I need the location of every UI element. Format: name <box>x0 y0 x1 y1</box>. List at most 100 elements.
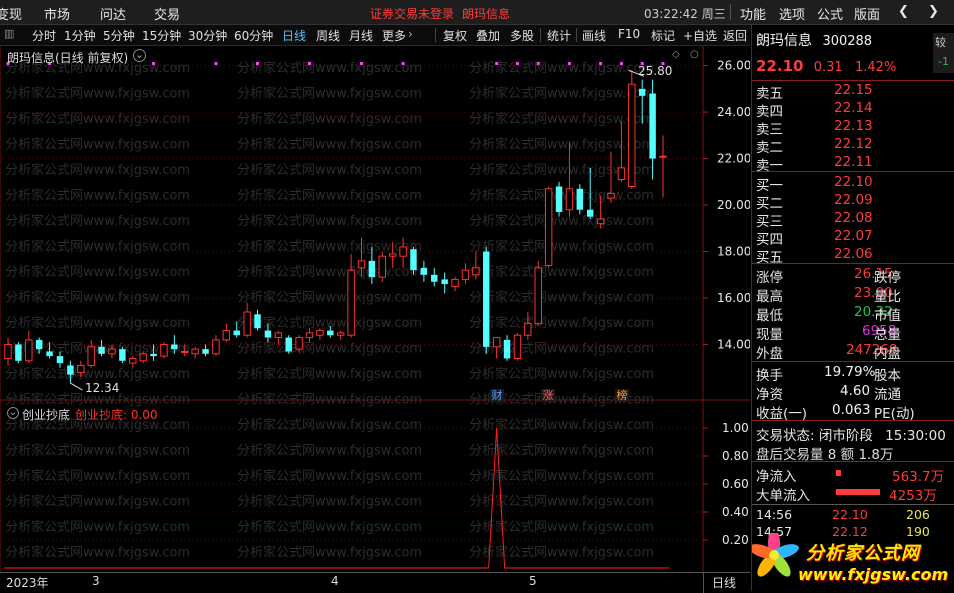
menu-item-market[interactable]: 市场 <box>44 4 70 23</box>
toolbar-divider <box>540 28 541 42</box>
quote-stock-code: 300288 <box>822 34 873 49</box>
indicator-value: 创业抄底: 0.00 <box>75 408 158 422</box>
tab-period-15min[interactable]: 15分钟 <box>142 27 181 44</box>
menu-item-trade[interactable]: 交易 <box>154 4 180 23</box>
tab-period-5min[interactable]: 5分钟 <box>103 27 135 44</box>
back-arrow-icon[interactable]: ❮ <box>898 4 909 19</box>
event-tag-billboard[interactable]: 榜 <box>615 389 629 402</box>
tool-draw-line[interactable]: 画线 <box>582 27 606 44</box>
tool-restore-rights[interactable]: 复权 <box>443 27 467 44</box>
kline-chart[interactable]: 分析家公式网www.fxjgsw.com 分析家公式网www.fxjgsw.com… <box>0 46 751 572</box>
forward-arrow-icon[interactable]: ❯ <box>928 4 939 19</box>
watermark-text: 分析家公式网www.fxjgsw.com <box>237 137 422 153</box>
tab-period-weekly[interactable]: 周线 <box>316 27 340 44</box>
watermark-text: 分析家公式网www.fxjgsw.com <box>469 137 654 153</box>
chevron-right-icon[interactable]: › <box>408 27 413 41</box>
period-toolbar: ▥ 分时 1分钟 5分钟 15分钟 30分钟 60分钟 日线 周线 月线 更多 … <box>0 25 750 46</box>
menu-item-discover[interactable]: 变现 <box>0 4 22 23</box>
candle-body <box>410 249 417 271</box>
watermark-text: 分析家公式网www.fxjgsw.com <box>5 264 190 280</box>
watermark-text: 分析家公式网www.fxjgsw.com <box>237 290 422 306</box>
clock: 03:22:42 周三 <box>644 7 726 21</box>
candle-body <box>586 209 594 217</box>
side-panel-value: -1 <box>938 55 949 68</box>
candle-body <box>108 348 116 355</box>
date-label-march: 3 <box>92 574 100 588</box>
event-tag-limit-up[interactable]: 涨 <box>541 389 555 402</box>
candle-body <box>357 260 366 269</box>
chevron-down-icon[interactable]: ⌄ <box>7 407 19 419</box>
ask-label: 卖三 <box>756 122 783 138</box>
signal-dot <box>495 62 499 65</box>
watermark-text: 分析家公式网www.fxjgsw.com <box>237 86 422 102</box>
tab-period-daily[interactable]: 日线 <box>282 27 306 44</box>
watermark-text: 分析家公式网www.fxjgsw.com <box>5 315 190 331</box>
toolbar-divider <box>576 28 577 42</box>
watermark-text: 分析家公式网www.fxjgsw.com <box>237 494 422 510</box>
stat-label: 最低 <box>756 308 783 324</box>
menu-item-formula[interactable]: 公式 <box>817 4 843 23</box>
panel-divider <box>752 171 954 172</box>
stat-label-2: 跌停 <box>874 270 901 286</box>
circle-icon[interactable]: ○ <box>690 49 699 60</box>
candle-body <box>202 349 209 354</box>
watermark-text: 分析家公式网www.fxjgsw.com <box>5 494 190 510</box>
tool-add-favorite[interactable]: +自选 <box>683 27 717 44</box>
candle-body <box>15 344 22 361</box>
candle-body <box>524 323 532 336</box>
tool-f10[interactable]: F10 <box>618 27 640 41</box>
watermark-text: 分析家公式网www.fxjgsw.com <box>237 392 422 408</box>
tab-period-monthly[interactable]: 月线 <box>349 27 373 44</box>
watermark-text: 分析家公式网www.fxjgsw.com <box>5 111 190 127</box>
login-notice[interactable]: 证券交易未登录 <box>370 5 454 22</box>
y-tick-label: 16.00 <box>717 291 750 305</box>
candle-body <box>56 356 64 364</box>
diamond-icon[interactable]: ◇ <box>672 49 680 60</box>
tool-back[interactable]: 返回 <box>723 27 747 44</box>
tool-multi-stock[interactable]: 多股 <box>510 27 534 44</box>
candle-body <box>483 251 490 347</box>
tool-overlay[interactable]: 叠加 <box>476 27 500 44</box>
toolbar-toggle-icon[interactable]: ▥ <box>4 27 14 40</box>
candle-body <box>77 364 85 373</box>
tab-period-1min[interactable]: 1分钟 <box>64 27 96 44</box>
signal-dot <box>214 62 218 65</box>
panel-divider <box>752 461 954 462</box>
tool-statistics[interactable]: 统计 <box>547 27 571 44</box>
menu-item-function[interactable]: 功能 <box>740 4 766 23</box>
bid-price: 22.06 <box>834 246 873 262</box>
menu-item-wenda[interactable]: 问达 <box>100 4 126 23</box>
menu-item-options[interactable]: 选项 <box>779 4 805 23</box>
candle-body <box>150 353 157 357</box>
bottom-period-label[interactable]: 日线 <box>712 574 736 591</box>
stat-value: 0.063 <box>832 402 871 418</box>
stat-label: 最高 <box>756 289 783 305</box>
candle-body <box>327 330 334 336</box>
candle-body <box>46 351 53 357</box>
candle-body <box>336 332 345 336</box>
y-tick-label: 0.40 <box>722 505 749 519</box>
chevron-down-icon[interactable]: ⌄ <box>133 49 146 62</box>
tab-period-60min[interactable]: 60分钟 <box>234 27 273 44</box>
watermark-text: 分析家公式网www.fxjgsw.com <box>237 60 422 76</box>
candle-body <box>316 330 324 336</box>
tab-period-30min[interactable]: 30分钟 <box>188 27 227 44</box>
panel-divider <box>752 504 954 505</box>
tool-mark[interactable]: 标记 <box>651 27 675 44</box>
tab-period-timeshare[interactable]: 分时 <box>32 27 56 44</box>
big-order-label: 大单流入 <box>756 488 810 504</box>
watermark-text: 分析家公式网www.fxjgsw.com <box>5 519 190 535</box>
candle-body <box>596 218 605 225</box>
quote-stock-name: 朗玛信息 <box>756 33 812 49</box>
menu-stock-name: 朗玛信息 <box>462 7 511 21</box>
event-tag-finance[interactable]: 财 <box>490 389 504 402</box>
watermark-text: 分析家公式网www.fxjgsw.com <box>237 545 422 561</box>
candle-body <box>399 246 407 257</box>
watermark-text: 分析家公式网www.fxjgsw.com <box>469 162 654 178</box>
tab-period-more[interactable]: 更多 <box>382 27 406 44</box>
y-tick-label: 24.00 <box>717 105 750 119</box>
indicator-name[interactable]: 创业抄底 <box>22 406 70 423</box>
menu-item-layout[interactable]: 版面 <box>854 4 880 23</box>
watermark-text: 分析家公式网www.fxjgsw.com <box>237 468 422 484</box>
candle-body <box>285 337 292 352</box>
